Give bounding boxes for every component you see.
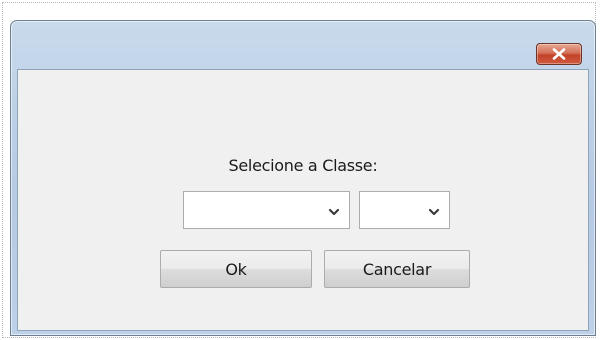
- dialog-window: Selecione a Classe: Ok Cancelar: [10, 20, 596, 336]
- class-combo-primary[interactable]: [183, 191, 350, 229]
- close-x-icon: [552, 48, 566, 60]
- close-button[interactable]: [536, 43, 582, 65]
- ok-button[interactable]: Ok: [160, 250, 312, 288]
- cancel-button[interactable]: Cancelar: [324, 250, 470, 288]
- select-class-label: Selecione a Classe:: [228, 156, 378, 175]
- dialog-client-area: Selecione a Classe: Ok Cancelar: [17, 69, 589, 331]
- title-bar[interactable]: [11, 21, 595, 69]
- chevron-down-icon: [327, 204, 341, 218]
- chevron-down-icon: [427, 204, 441, 218]
- class-combo-secondary[interactable]: [359, 191, 450, 229]
